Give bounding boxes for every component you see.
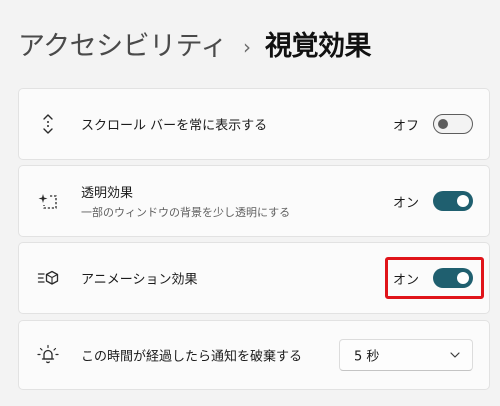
chevron-down-icon	[450, 352, 460, 358]
scrollbar-toggle[interactable]	[433, 114, 473, 134]
toggle-knob	[438, 119, 448, 129]
highlight-box	[385, 257, 484, 299]
toggle-state-label: オフ	[392, 118, 419, 134]
setting-title: スクロール バーを常に表示する	[81, 118, 268, 134]
breadcrumb-parent[interactable]: アクセシビリティ	[18, 30, 228, 64]
toggle-state-label: オン	[392, 195, 419, 211]
transparency-icon	[38, 194, 57, 209]
scrollbar-icon	[43, 114, 53, 134]
toggle-knob	[457, 195, 469, 207]
animation-icon	[37, 270, 59, 285]
page-title: 視覚効果	[265, 31, 372, 62]
notification-timeout-dropdown[interactable]: 5 秒	[339, 339, 473, 371]
setting-title: この時間が経過したら通知を破棄する	[81, 349, 303, 365]
transparency-toggle[interactable]	[433, 191, 473, 211]
breadcrumb: アクセシビリティ › 視覚効果	[18, 30, 372, 64]
notification-bell-icon	[37, 344, 59, 364]
setting-title: アニメーション効果	[81, 272, 198, 288]
setting-title: 透明効果	[81, 186, 134, 201]
breadcrumb-separator: ›	[243, 35, 252, 59]
setting-scrollbar: スクロール バーを常に表示する オフ	[18, 88, 490, 160]
setting-description: 一部のウィンドウの背景を少し透明にする	[81, 206, 291, 219]
setting-transparency: 透明効果 一部のウィンドウの背景を少し透明にする オン	[18, 165, 490, 237]
dropdown-value: 5 秒	[354, 349, 380, 365]
setting-notification-timeout: この時間が経過したら通知を破棄する 5 秒	[18, 320, 490, 390]
